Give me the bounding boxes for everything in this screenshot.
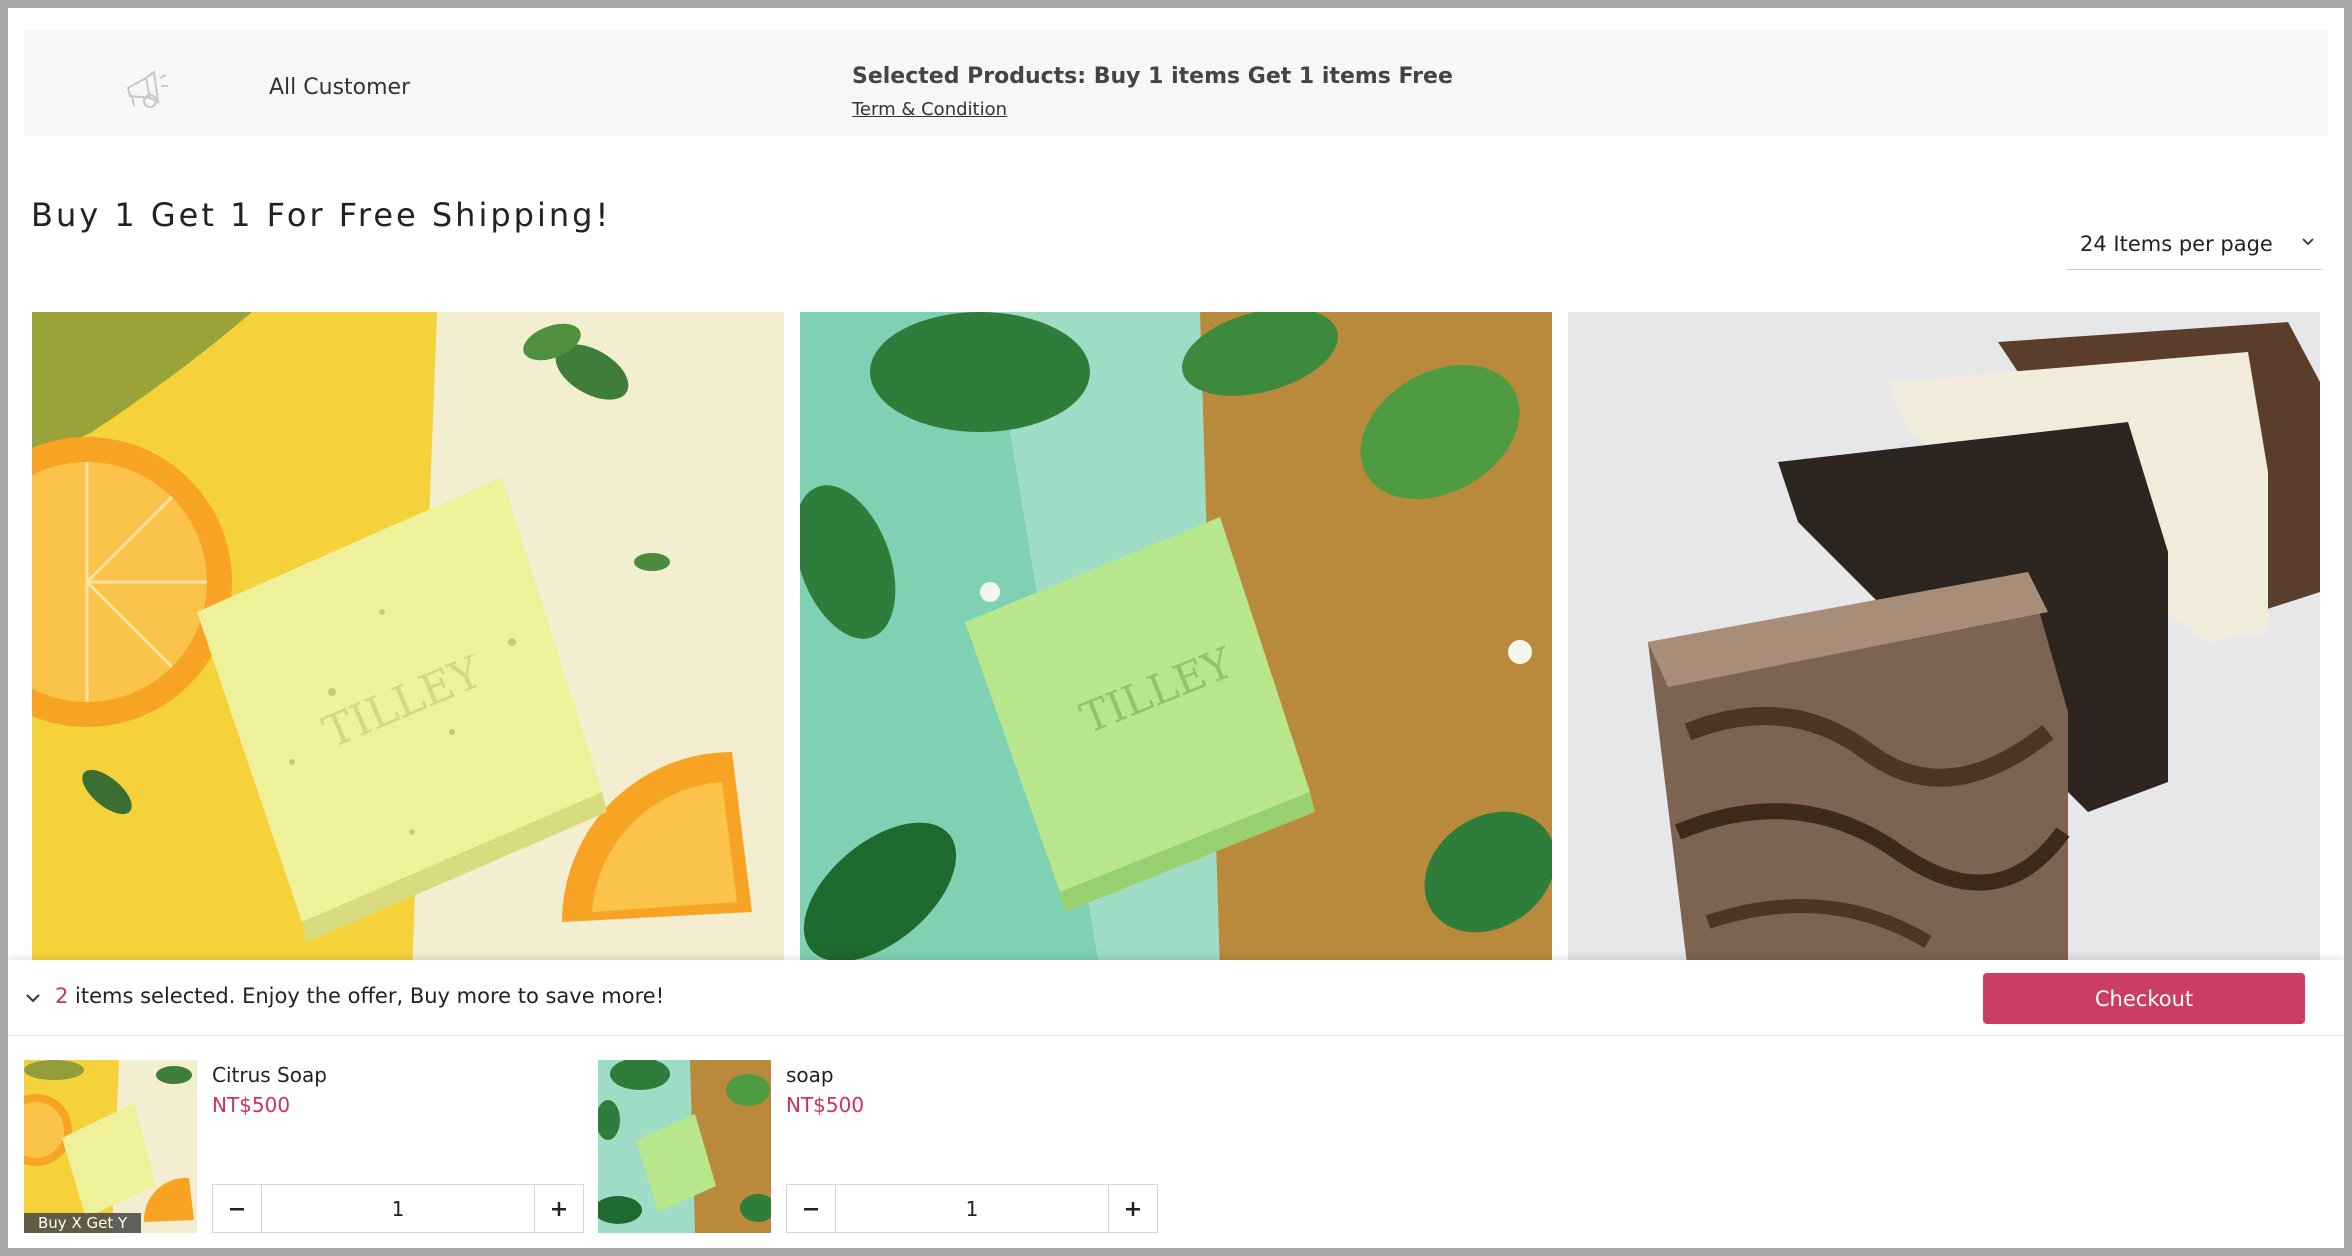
citrus-soap-thumbnail	[24, 1060, 197, 1233]
chevron-down-icon[interactable]	[24, 989, 42, 1007]
checkout-button[interactable]: Checkout	[1983, 973, 2305, 1024]
promo-audience: All Customer	[269, 75, 411, 100]
increase-quantity-button[interactable]	[534, 1185, 583, 1232]
selected-items-bar: 2 items selected. Enjoy the offer, Buy m…	[8, 960, 2344, 1248]
decrease-quantity-button[interactable]	[213, 1185, 262, 1232]
cart-count: 2	[55, 984, 69, 1008]
product-card[interactable]: TILLEY	[800, 312, 1552, 972]
cart-summary: 2 items selected. Enjoy the offer, Buy m…	[55, 984, 664, 1008]
cart-item: Buy X Get Y Citrus Soap NT$500	[24, 1060, 584, 1234]
promo-badge: Buy X Get Y	[24, 1213, 142, 1233]
plus-icon	[1126, 1201, 1140, 1216]
green-soap-thumbnail	[598, 1060, 771, 1233]
cart-item-name: Citrus Soap	[212, 1063, 327, 1087]
citrus-soap-image: TILLEY	[32, 312, 784, 972]
product-thumbnail[interactable]: Buy X Get Y	[24, 1060, 197, 1233]
cart-item-price: NT$500	[786, 1093, 865, 1117]
minus-icon	[804, 1207, 818, 1210]
cart-item-name: soap	[786, 1063, 834, 1087]
product-thumbnail[interactable]	[598, 1060, 771, 1233]
product-card[interactable]: TILLEY	[32, 312, 784, 972]
cart-summary-text: items selected. Enjoy the offer, Buy mor…	[68, 984, 665, 1008]
minus-icon	[230, 1207, 244, 1210]
quantity-input[interactable]	[262, 1185, 534, 1232]
quantity-input[interactable]	[836, 1185, 1108, 1232]
bar-soaps-image	[1568, 312, 2320, 972]
product-card[interactable]	[1568, 312, 2320, 972]
quantity-stepper	[786, 1184, 1158, 1233]
terms-link[interactable]: Term & Condition	[852, 99, 1007, 120]
page-title: Buy 1 Get 1 For Free Shipping!	[31, 196, 612, 234]
plus-icon	[552, 1201, 566, 1216]
cart-item-price: NT$500	[212, 1093, 291, 1117]
decrease-quantity-button[interactable]	[787, 1185, 836, 1232]
increase-quantity-button[interactable]	[1108, 1185, 1157, 1232]
green-soap-image: TILLEY	[800, 312, 1552, 972]
promo-banner: All Customer Selected Products: Buy 1 it…	[24, 31, 2328, 136]
items-per-page-label: 24 Items per page	[2080, 232, 2273, 256]
chevron-down-icon	[2302, 238, 2314, 246]
megaphone-icon	[126, 70, 168, 108]
promo-title: Selected Products: Buy 1 items Get 1 ite…	[852, 64, 1453, 89]
cart-item: soap NT$500	[598, 1060, 1158, 1234]
page-frame: All Customer Selected Products: Buy 1 it…	[8, 8, 2344, 1248]
items-per-page-select[interactable]: 24 Items per page	[2066, 220, 2322, 270]
quantity-stepper	[212, 1184, 584, 1233]
cart-header: 2 items selected. Enjoy the offer, Buy m…	[8, 960, 2344, 1036]
